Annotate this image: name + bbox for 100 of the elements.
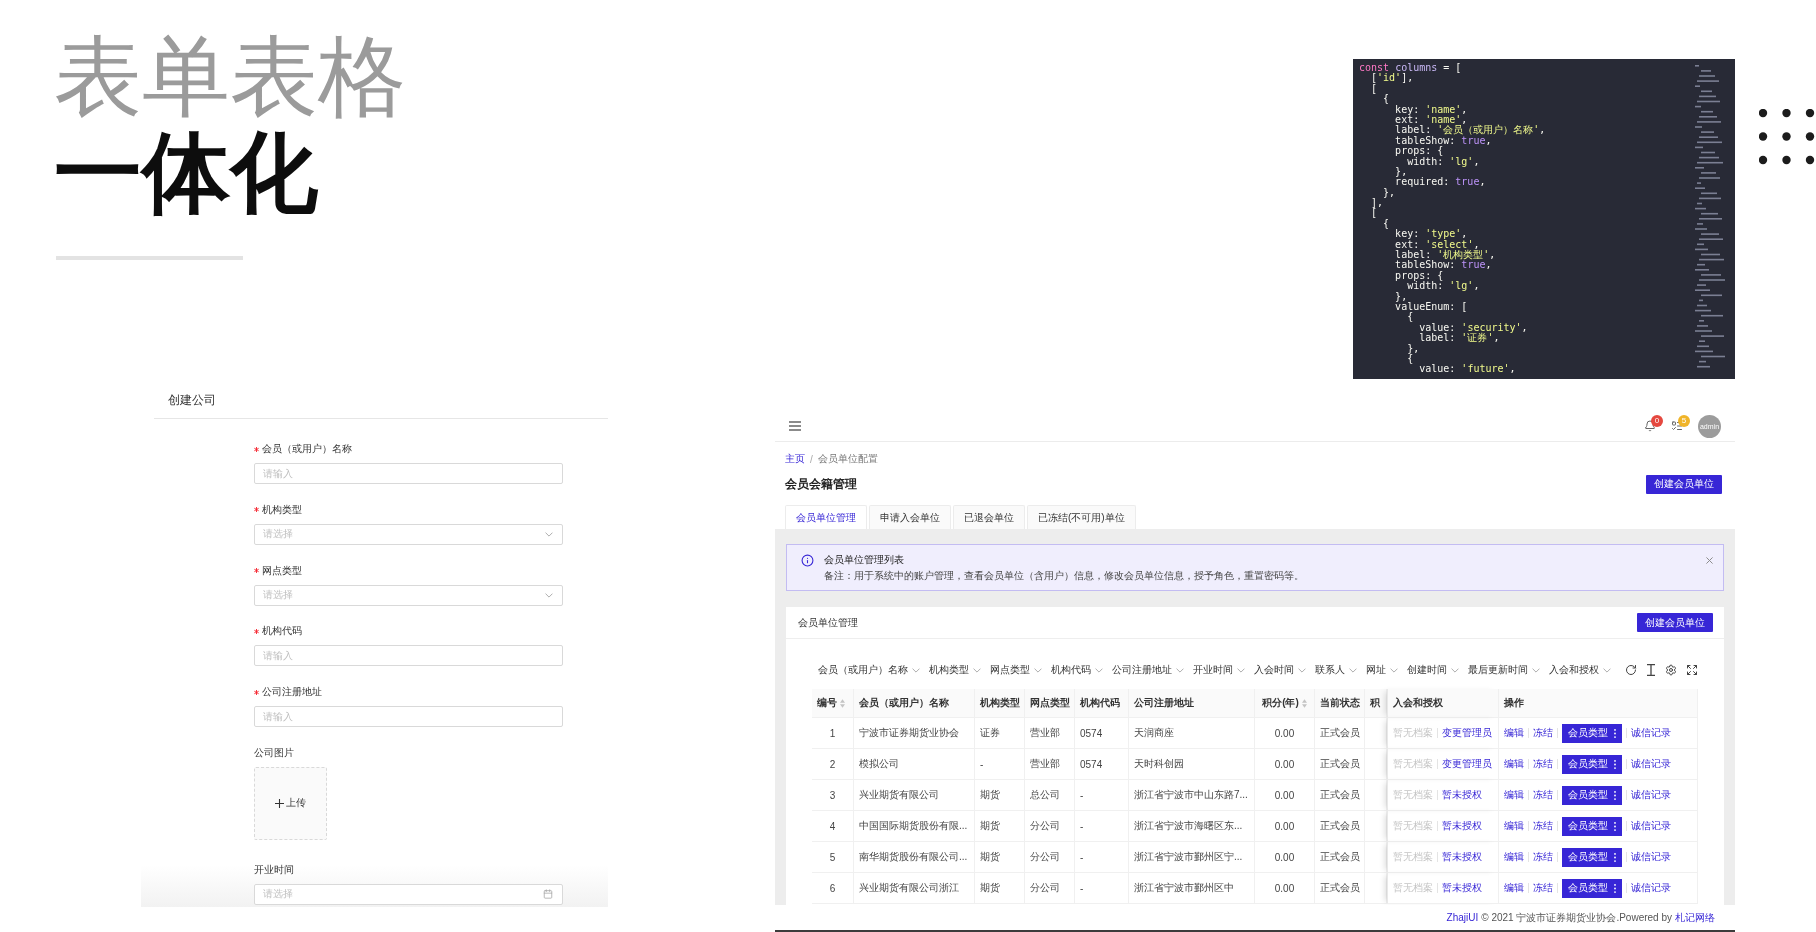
action-link[interactable]: 诚信记录	[1631, 726, 1671, 740]
table-cell: 正式会员	[1315, 842, 1365, 873]
upload-button[interactable]: 上传	[254, 766, 327, 840]
chevron-down-icon	[1603, 667, 1611, 673]
action-link[interactable]: 冻结	[1533, 850, 1553, 864]
action-link[interactable]: 冻结	[1533, 819, 1553, 833]
table-cell: 0.00	[1255, 749, 1315, 780]
tab[interactable]: 会员单位管理	[785, 505, 867, 529]
action-link[interactable]: 冻结	[1533, 881, 1553, 895]
column-filter[interactable]: 公司注册地址	[1112, 663, 1184, 677]
text-cursor-icon[interactable]	[1646, 664, 1656, 676]
table-cell: 正式会员	[1315, 811, 1365, 842]
status-link[interactable]: 暂未授权	[1442, 881, 1482, 895]
dropdown-button[interactable]: 会员类型	[1562, 878, 1622, 898]
tab[interactable]: 已冻结(不可用)单位	[1027, 505, 1136, 529]
code-line: label: '证券',	[1418, 333, 1500, 344]
code-line: value: 'future',	[1418, 364, 1516, 375]
column-filter[interactable]: 机构代码	[1051, 663, 1103, 677]
chevron-down-icon	[1349, 667, 1357, 673]
dropdown-button[interactable]: 会员类型	[1562, 816, 1622, 836]
breadcrumb-link[interactable]: 主页	[785, 452, 805, 466]
create-button[interactable]: 创建会员单位	[1646, 474, 1722, 494]
code-line: const columns = [	[1359, 63, 1462, 73]
column-header: 公司注册地址	[1134, 696, 1194, 710]
dropdown-button[interactable]: 会员类型	[1562, 847, 1622, 867]
dropdown-button[interactable]: 会员类型	[1562, 723, 1622, 743]
action-link[interactable]: 编辑	[1504, 788, 1524, 802]
bell-icon[interactable]	[1644, 420, 1656, 432]
table-cell: 0.00	[1255, 842, 1315, 873]
action-link[interactable]: 冻结	[1533, 788, 1553, 802]
fullscreen-icon[interactable]	[1686, 664, 1698, 676]
table-cell: 分公司	[1025, 811, 1075, 842]
status-link[interactable]: 变更管理员	[1442, 726, 1492, 740]
table-cell: -	[1075, 780, 1129, 811]
table-cell: -	[1075, 873, 1129, 904]
table-cell: 6	[812, 873, 854, 904]
action-link[interactable]: 诚信记录	[1631, 881, 1671, 895]
menu-icon[interactable]	[789, 421, 801, 431]
settings-icon[interactable]	[1665, 664, 1677, 676]
table-cell: 总公司	[1025, 780, 1075, 811]
column-filter[interactable]: 会员（或用户）名称	[818, 663, 920, 677]
action-link[interactable]: 冻结	[1533, 726, 1553, 740]
column-filter[interactable]: 创建时间	[1407, 663, 1459, 677]
action-link[interactable]: 诚信记录	[1631, 819, 1671, 833]
table-cell: 分公司	[1025, 873, 1075, 904]
action-link[interactable]: 编辑	[1504, 726, 1524, 740]
action-link[interactable]: 编辑	[1504, 757, 1524, 771]
column-filter[interactable]: 入会时间	[1254, 663, 1306, 677]
column-filter[interactable]: 机构类型	[929, 663, 981, 677]
column-filter[interactable]: 网点类型	[990, 663, 1042, 677]
code-line: width: 'lg',	[1407, 156, 1480, 167]
company-link[interactable]: 札记网络	[1675, 910, 1715, 925]
column-filter[interactable]: 网址	[1366, 663, 1398, 677]
code-line: {	[1382, 218, 1390, 230]
copyright-text: © 2021 宁波市证券期货业协会.Powered by	[1481, 910, 1672, 925]
table-cell: 兴业期货有限公司浙江	[854, 873, 975, 904]
card-title: 会员单位管理	[798, 615, 858, 630]
action-link[interactable]: 诚信记录	[1631, 757, 1671, 771]
column-filter[interactable]: 最后更新时间	[1468, 663, 1540, 677]
brand-link[interactable]: ZhajiUI	[1446, 912, 1479, 923]
action-link[interactable]: 冻结	[1533, 757, 1553, 771]
list-icon[interactable]	[1671, 420, 1683, 432]
column-header: 网点类型	[1030, 696, 1070, 710]
action-link[interactable]: 诚信记录	[1631, 850, 1671, 864]
code-line: props: {	[1394, 270, 1444, 282]
code-line: ['id'],	[1370, 73, 1414, 84]
table-cell: 期货	[975, 842, 1025, 873]
table-cell: 浙江省宁波市中山东路7...	[1129, 780, 1255, 811]
code-line: {	[1406, 353, 1414, 365]
table-cell: 期货	[975, 811, 1025, 842]
action-link[interactable]: 诚信记录	[1631, 788, 1671, 802]
table-cell: 宁波市证券期货业协会	[854, 718, 975, 749]
info-icon	[801, 554, 814, 567]
create-button[interactable]: 创建会员单位	[1637, 613, 1713, 632]
status-link[interactable]: 暂未授权	[1442, 819, 1482, 833]
column-filter[interactable]: 联系人	[1315, 663, 1357, 677]
tab[interactable]: 申请入会单位	[869, 505, 951, 529]
table-cell: 浙江省宁波市海曙区东...	[1129, 811, 1255, 842]
chevron-down-icon	[912, 667, 920, 673]
code-line: {	[1382, 94, 1390, 105]
column-filter[interactable]: 开业时间	[1193, 663, 1245, 677]
action-link[interactable]: 编辑	[1504, 850, 1524, 864]
code-line: key: 'type',	[1394, 229, 1468, 240]
tab[interactable]: 已退会单位	[953, 505, 1025, 529]
action-link[interactable]: 编辑	[1504, 881, 1524, 895]
table-cell: 兴业期货有限公司	[854, 780, 975, 811]
column-header: 积	[1370, 696, 1380, 710]
status-link[interactable]: 变更管理员	[1442, 757, 1492, 771]
dot-icon	[1805, 155, 1815, 165]
dot-icon	[1782, 155, 1791, 165]
reload-icon[interactable]	[1625, 664, 1637, 676]
status-link[interactable]: 暂未授权	[1442, 850, 1482, 864]
code-line: width: 'lg',	[1407, 281, 1480, 292]
table-cell: 1	[812, 718, 854, 749]
dropdown-button[interactable]: 会员类型	[1562, 754, 1622, 774]
close-icon[interactable]	[1706, 557, 1713, 564]
column-filter[interactable]: 入会和授权	[1549, 663, 1611, 677]
dropdown-button[interactable]: 会员类型	[1562, 785, 1622, 805]
status-link[interactable]: 暂未授权	[1442, 788, 1482, 802]
action-link[interactable]: 编辑	[1504, 819, 1524, 833]
